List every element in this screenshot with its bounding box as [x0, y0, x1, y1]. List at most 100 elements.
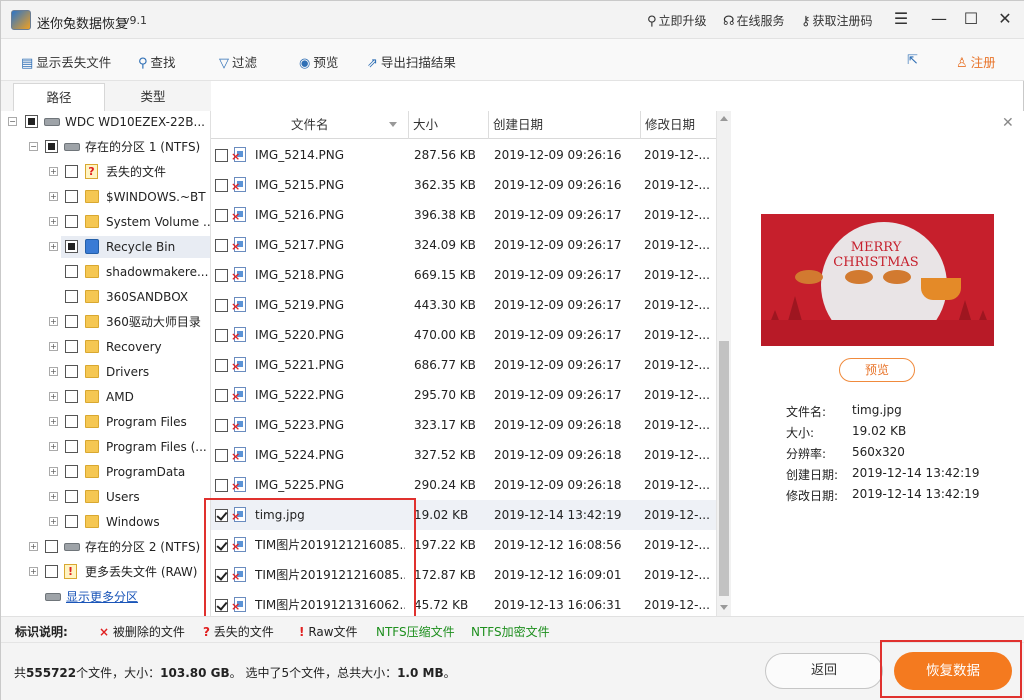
- preview-action-button[interactable]: 预览: [839, 358, 915, 382]
- file-row[interactable]: IMG_5215.PNG 362.35 KB 2019-12-09 09:26:16…: [211, 170, 716, 200]
- scrollbar-thumb[interactable]: [719, 341, 729, 596]
- back-button[interactable]: 返回: [765, 653, 883, 689]
- scroll-up-icon[interactable]: [720, 116, 728, 121]
- close-button[interactable]: ✕: [995, 9, 1015, 28]
- expand-icon[interactable]: +: [49, 417, 58, 426]
- file-row[interactable]: IMG_5216.PNG 396.38 KB 2019-12-09 09:26:17…: [211, 200, 716, 230]
- tree-checkbox[interactable]: [65, 490, 78, 503]
- tree-checkbox[interactable]: [65, 290, 78, 303]
- minimize-button[interactable]: —: [929, 9, 949, 28]
- file-row[interactable]: IMG_5218.PNG 669.15 KB 2019-12-09 09:26:17…: [211, 260, 716, 290]
- tab-path[interactable]: 路径: [13, 83, 105, 111]
- expand-icon[interactable]: +: [49, 442, 58, 451]
- tree-checkbox[interactable]: [65, 365, 78, 378]
- file-checkbox[interactable]: [215, 239, 228, 252]
- expand-icon[interactable]: +: [49, 317, 58, 326]
- online-service-link[interactable]: ☊ 在线服务: [723, 12, 785, 29]
- tree-item-program-files-x86[interactable]: + Program Files (...: [1, 436, 210, 458]
- tree-checkbox[interactable]: [45, 540, 58, 553]
- file-checkbox[interactable]: [215, 329, 228, 342]
- tree-item-360driver[interactable]: + 360驱动大师目录: [1, 311, 210, 333]
- file-row[interactable]: IMG_5221.PNG 686.77 KB 2019-12-09 09:26:17…: [211, 350, 716, 380]
- close-preview-icon[interactable]: ✕: [1002, 115, 1014, 131]
- filter-button[interactable]: ▽ 过滤: [219, 52, 257, 71]
- upgrade-link[interactable]: ⚲ 立即升级: [647, 12, 707, 29]
- tree-item-windows[interactable]: + Windows: [1, 511, 210, 533]
- file-checkbox[interactable]: [215, 479, 228, 492]
- tree-checkbox[interactable]: [65, 265, 78, 278]
- expand-icon[interactable]: +: [49, 192, 58, 201]
- expand-icon[interactable]: +: [49, 217, 58, 226]
- vertical-scrollbar[interactable]: [716, 111, 731, 616]
- expand-icon[interactable]: +: [49, 492, 58, 501]
- tree-item-drivers[interactable]: + Drivers: [1, 361, 210, 383]
- tree-item-shadowmaker[interactable]: shadowmakere...: [1, 261, 210, 283]
- menu-button[interactable]: ☰: [891, 9, 911, 28]
- file-checkbox[interactable]: [215, 419, 228, 432]
- column-size[interactable]: 大小: [409, 111, 489, 139]
- tree-checkbox[interactable]: [65, 340, 78, 353]
- file-checkbox[interactable]: [215, 389, 228, 402]
- export-button[interactable]: ⇗ 导出扫描结果: [367, 52, 456, 71]
- tree-item-recovery[interactable]: + Recovery: [1, 336, 210, 358]
- file-row[interactable]: IMG_5214.PNG 287.56 KB 2019-12-09 09:26:16…: [211, 140, 716, 170]
- file-row[interactable]: IMG_5223.PNG 323.17 KB 2019-12-09 09:26:18…: [211, 410, 716, 440]
- register-code-link[interactable]: ⚷ 获取注册码: [801, 12, 873, 29]
- tree-item-360sandbox[interactable]: 360SANDBOX: [1, 286, 210, 308]
- expand-icon[interactable]: +: [29, 542, 38, 551]
- file-row[interactable]: IMG_5219.PNG 443.30 KB 2019-12-09 09:26:17…: [211, 290, 716, 320]
- file-checkbox[interactable]: [215, 299, 228, 312]
- tree-item-users[interactable]: + Users: [1, 486, 210, 508]
- file-checkbox[interactable]: [215, 149, 228, 162]
- expand-icon[interactable]: +: [49, 242, 58, 251]
- tree-partition-2[interactable]: + 存在的分区 2 (NTFS): [1, 536, 210, 558]
- tree-checkbox[interactable]: [65, 190, 78, 203]
- collapse-icon[interactable]: −: [29, 142, 38, 151]
- tree-checkbox[interactable]: [65, 440, 78, 453]
- expand-icon[interactable]: +: [49, 367, 58, 376]
- tree-checkbox[interactable]: [65, 515, 78, 528]
- tree-checkbox[interactable]: [65, 415, 78, 428]
- file-checkbox[interactable]: [215, 179, 228, 192]
- tree-checkbox[interactable]: [65, 315, 78, 328]
- file-row[interactable]: IMG_5217.PNG 324.09 KB 2019-12-09 09:26:17…: [211, 230, 716, 260]
- scroll-down-icon[interactable]: [720, 605, 728, 610]
- tree-disk[interactable]: − WDC WD10EZEX-22B...: [1, 111, 210, 133]
- expand-icon[interactable]: +: [49, 467, 58, 476]
- collapse-icon[interactable]: −: [8, 117, 17, 126]
- show-lost-button[interactable]: ▤ 显示丢失文件: [21, 52, 111, 71]
- tree-checkbox[interactable]: [65, 465, 78, 478]
- file-row[interactable]: IMG_5222.PNG 295.70 KB 2019-12-09 09:26:17…: [211, 380, 716, 410]
- tree-checkbox[interactable]: [25, 115, 38, 128]
- file-row[interactable]: IMG_5220.PNG 470.00 KB 2019-12-09 09:26:17…: [211, 320, 716, 350]
- expand-icon[interactable]: +: [49, 342, 58, 351]
- tree-item-system-volume[interactable]: + System Volume ...: [1, 211, 210, 233]
- find-button[interactable]: ⚲ 查找: [138, 52, 176, 71]
- tree-show-more[interactable]: 显示更多分区: [1, 586, 210, 608]
- file-row[interactable]: IMG_5224.PNG 327.52 KB 2019-12-09 09:26:18…: [211, 440, 716, 470]
- tree-more-lost[interactable]: + ! 更多丢失文件 (RAW): [1, 561, 210, 583]
- column-created[interactable]: 创建日期: [489, 111, 641, 139]
- tree-item-recycle-bin[interactable]: + Recycle Bin: [49, 236, 210, 258]
- tree-item-amd[interactable]: + AMD: [1, 386, 210, 408]
- show-more-partitions-link[interactable]: 显示更多分区: [66, 586, 138, 608]
- tree-item-windows-bt[interactable]: + $WINDOWS.~BT: [1, 186, 210, 208]
- file-checkbox[interactable]: [215, 269, 228, 282]
- preview-button[interactable]: ◉ 预览: [299, 52, 338, 71]
- tree-item-program-files[interactable]: + Program Files: [1, 411, 210, 433]
- column-name[interactable]: 文件名: [211, 111, 409, 139]
- tree-item-lost[interactable]: + ? 丢失的文件: [1, 161, 210, 183]
- column-modified[interactable]: 修改日期: [641, 111, 716, 139]
- tree-checkbox[interactable]: [45, 140, 58, 153]
- share-button[interactable]: ⇱: [907, 52, 921, 68]
- expand-icon[interactable]: +: [49, 167, 58, 176]
- expand-icon[interactable]: +: [49, 392, 58, 401]
- tree-checkbox[interactable]: [65, 215, 78, 228]
- tree-item-programdata[interactable]: + ProgramData: [1, 461, 210, 483]
- file-checkbox[interactable]: [215, 209, 228, 222]
- expand-icon[interactable]: +: [49, 517, 58, 526]
- tree-checkbox[interactable]: [65, 165, 78, 178]
- tree-partition-1[interactable]: − 存在的分区 1 (NTFS): [1, 136, 210, 158]
- tree-checkbox[interactable]: [65, 390, 78, 403]
- file-checkbox[interactable]: [215, 449, 228, 462]
